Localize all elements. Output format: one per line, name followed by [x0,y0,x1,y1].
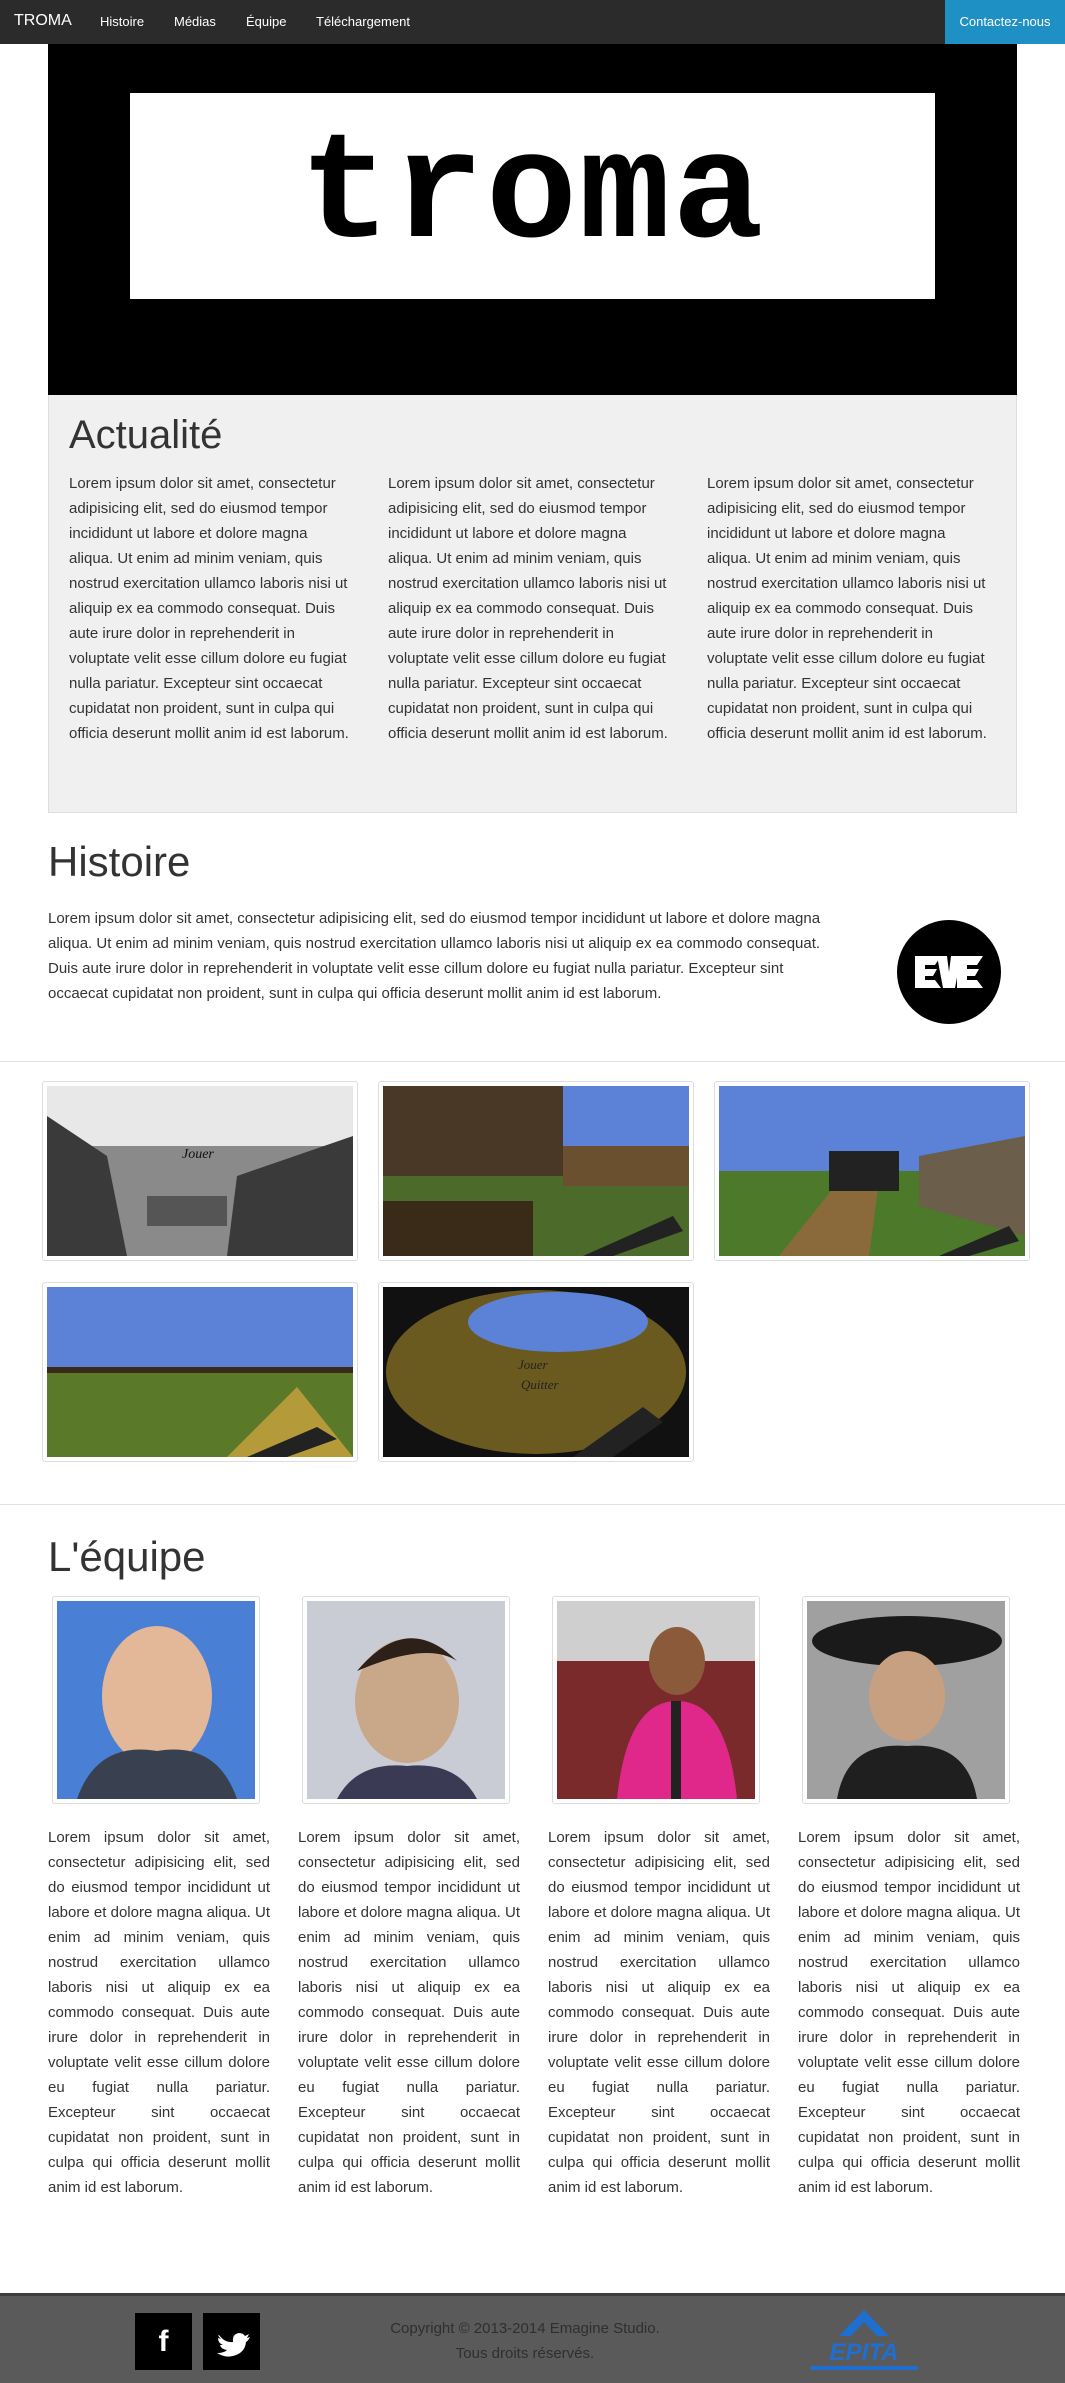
histoire-text: Lorem ipsum dolor sit amet, consectetur … [48,910,821,1002]
news-column-2: Lorem ipsum dolor sit amet, consectetur … [388,475,668,742]
brand-link[interactable]: TROMA [14,12,72,30]
gallery-thumb-3[interactable] [714,1081,1030,1261]
troma-logo: troma [130,93,935,299]
footer: f Copyright © 2013-2014 Emagine Studio. … [0,2293,1065,2383]
nav-link-histoire[interactable]: Histoire [100,14,144,29]
copyright-text: Copyright © 2013-2014 Emagine Studio. To… [330,2316,720,2366]
top-navbar: TROMA Histoire Médias Équipe Téléchargem… [0,0,1065,44]
news-section: Actualité Lorem ipsum dolor sit amet, co… [48,395,1017,813]
hero-banner: troma [48,44,1017,395]
team-bio-2: Lorem ipsum dolor sit amet, consectetur … [298,1829,520,2196]
nav-link-telechargement[interactable]: Téléchargement [316,14,410,29]
gallery-thumb-1[interactable]: Jouer [42,1081,358,1261]
team-member-photo-1 [52,1596,260,1804]
member-4-image [807,1601,1005,1799]
screenshot-barn-interior [383,1086,689,1256]
screenshot-scope-menu: Jouer Quitter [383,1287,689,1457]
copyright-line-1: Copyright © 2013-2014 Emagine Studio. [390,2320,660,2337]
news-column-3: Lorem ipsum dolor sit amet, consectetur … [707,475,987,742]
gallery-thumb-5[interactable]: Jouer Quitter [378,1282,694,1462]
gallery-caption-1: Jouer [182,1147,214,1162]
divider [0,1504,1065,1505]
epita-logo-text: EPITA [830,2339,899,2366]
screenshot-open-field [47,1287,353,1457]
eve-logo-icon [897,920,1001,1024]
divider [0,1061,1065,1062]
nav-link-medias[interactable]: Médias [174,14,216,29]
facebook-icon[interactable]: f [135,2313,192,2370]
team-bio-1: Lorem ipsum dolor sit amet, consectetur … [48,1829,270,2196]
team-member-photo-4 [802,1596,1010,1804]
screenshot-truck-field [719,1086,1025,1256]
gallery-caption-2: Jouer [518,1357,549,1372]
team-title: L'équipe [48,1533,206,1580]
team-bio-3: Lorem ipsum dolor sit amet, consectetur … [548,1829,770,2196]
member-1-image [57,1601,255,1799]
copyright-line-2: Tous droits réservés. [455,2345,595,2362]
screenshot-beach-landing: Jouer [47,1086,353,1256]
logo-text: troma [299,109,766,282]
twitter-icon[interactable] [203,2313,260,2370]
gallery-caption-3: Quitter [521,1377,559,1392]
epita-logo-icon[interactable]: EPITA [807,2306,922,2376]
team-bio-4: Lorem ipsum dolor sit amet, consectetur … [798,1829,1020,2196]
nav-link-equipe[interactable]: Équipe [246,14,286,29]
news-title: Actualité [69,413,223,457]
member-2-image [307,1601,505,1799]
team-member-photo-3 [552,1596,760,1804]
member-3-image [557,1601,755,1799]
gallery-thumb-2[interactable] [378,1081,694,1261]
contact-button[interactable]: Contactez-nous [945,0,1065,44]
team-member-photo-2 [302,1596,510,1804]
histoire-title: Histoire [48,838,191,885]
gallery-thumb-4[interactable] [42,1282,358,1462]
news-column-1: Lorem ipsum dolor sit amet, consectetur … [69,475,349,742]
